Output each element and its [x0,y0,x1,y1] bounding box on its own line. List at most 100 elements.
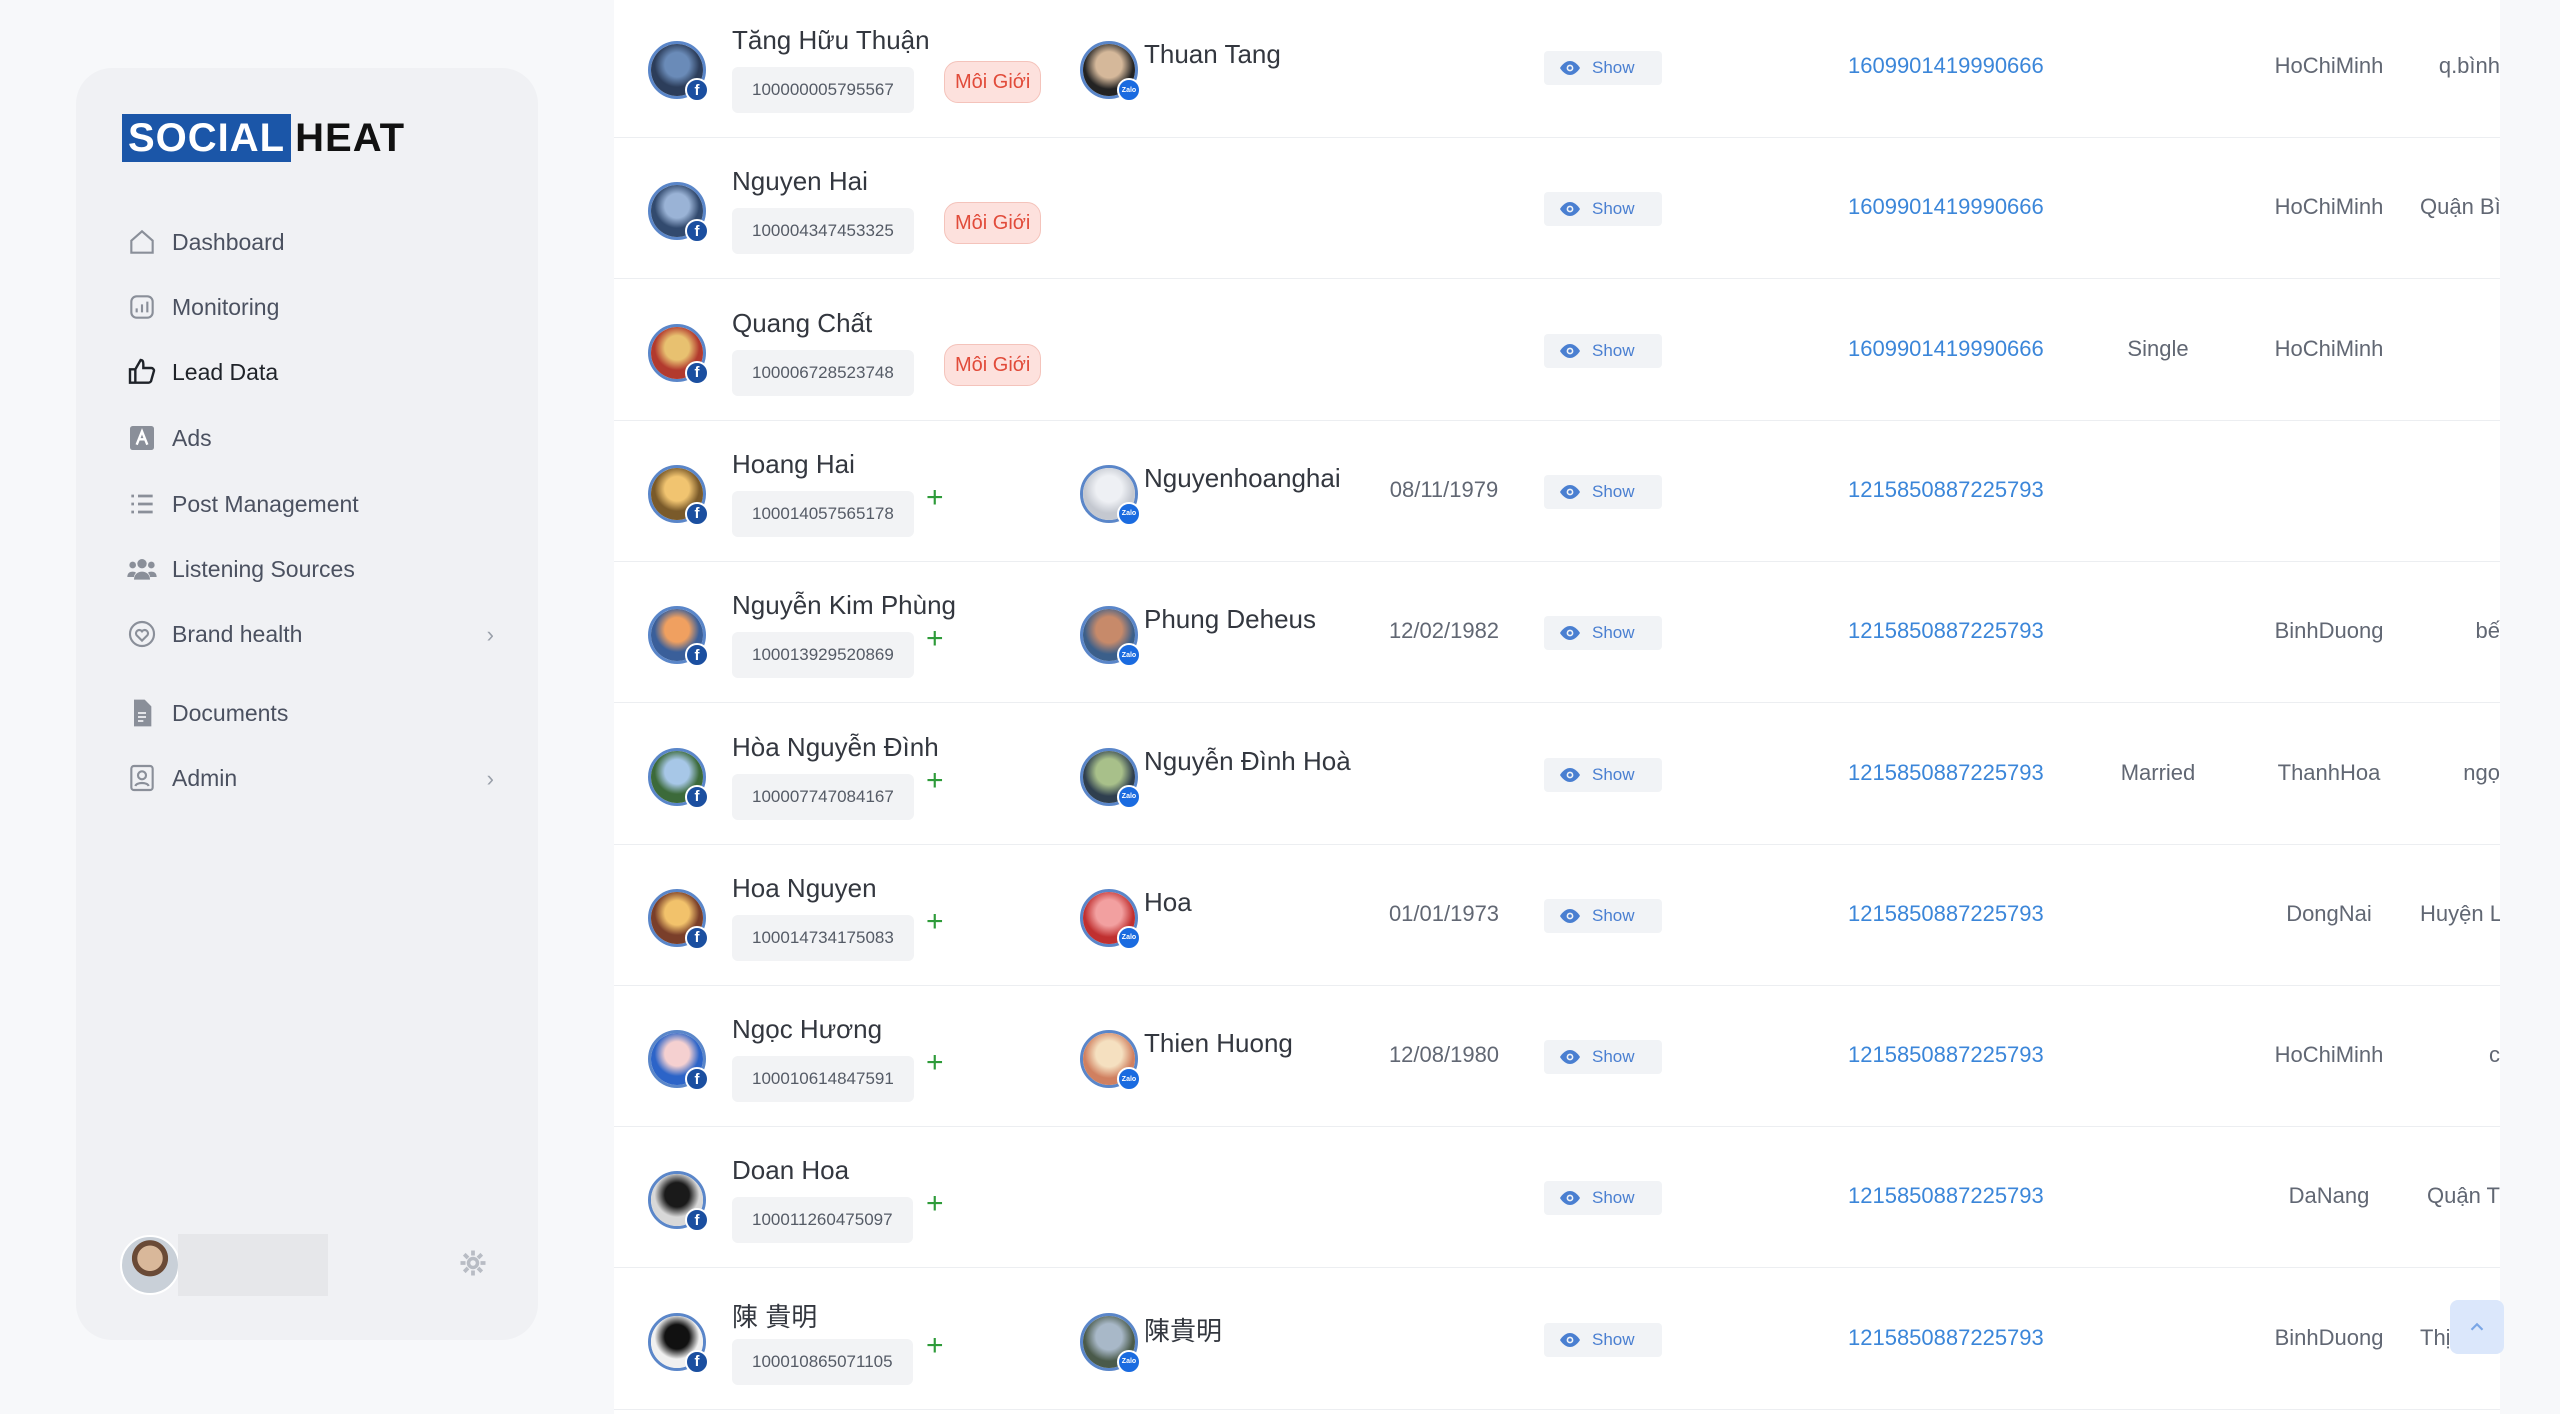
add-tag-button[interactable]: + [926,624,944,654]
show-button[interactable]: Show [1544,1322,1662,1357]
facebook-avatar[interactable]: f [648,1312,709,1374]
phone-link[interactable]: 1215850887225793 [1848,760,2044,786]
add-tag-button[interactable]: + [926,765,944,796]
sidebar-item-label: Post Management [172,490,359,517]
lead-data-table: f Tăng Hữu Thuận 100000005795567 Môi Giới Z… [614,0,2500,1414]
facebook-uid: 100006728523748 [732,349,914,396]
app-logo[interactable]: SOCIAL HEAT [122,114,405,162]
add-tag-button[interactable]: + [926,482,944,513]
heart-icon [124,616,160,652]
lead-name[interactable]: Hoang Hai [732,449,855,480]
lead-name[interactable]: Ngọc Hương [732,1014,882,1045]
sidebar-item-ads[interactable]: Ads [124,414,504,462]
add-tag-button[interactable]: + [926,906,944,937]
city: HoChiMinh [2274,1042,2384,1068]
phone-link[interactable]: 1215850887225793 [1848,1325,2044,1351]
district: bế [2475,618,2500,644]
facebook-avatar[interactable]: f [648,182,709,244]
zalo-avatar[interactable]: Zalo [1080,888,1141,950]
facebook-avatar[interactable]: f [648,1030,709,1092]
facebook-avatar[interactable]: f [648,464,709,526]
facebook-uid: 100010614847591 [732,1056,914,1103]
add-tag-button[interactable]: + [926,1189,944,1219]
lead-name[interactable]: Hòa Nguyễn Đình [732,732,939,763]
zalo-avatar[interactable]: Zalo [1080,464,1141,526]
page-edge [2500,0,2560,1414]
avatar[interactable] [120,1235,180,1295]
lead-name[interactable]: 陳 貴明 [732,1297,817,1334]
sidebar-item-label: Monitoring [172,293,280,320]
back-to-top-button[interactable] [2450,1300,2504,1354]
facebook-avatar[interactable]: f [648,41,709,102]
zalo-icon: Zalo [1117,925,1141,950]
show-button[interactable]: Show [1544,1181,1662,1216]
phone-link[interactable]: 1609901419990666 [1848,194,2044,220]
show-button[interactable]: Show [1544,898,1662,933]
lead-name[interactable]: Nguyễn Kim Phùng [732,590,956,621]
lead-name[interactable]: Hoa Nguyen [732,873,877,904]
zalo-avatar[interactable]: Zalo [1080,747,1141,809]
status-badge: Môi Giới [944,343,1042,386]
show-button[interactable]: Show [1544,333,1662,368]
facebook-avatar[interactable]: f [648,323,709,385]
sidebar-item-lead-data[interactable]: Lead Data [124,348,504,396]
show-button[interactable]: Show [1544,51,1662,85]
zalo-avatar[interactable]: Zalo [1080,1312,1141,1374]
show-button[interactable]: Show [1544,1040,1662,1075]
gear-icon[interactable] [458,1248,488,1278]
lead-name[interactable]: Doan Hoa [732,1155,849,1186]
lead-name[interactable]: Tăng Hữu Thuận [732,25,930,56]
sidebar-item-documents[interactable]: Documents [124,689,504,737]
add-tag-button[interactable]: + [926,1048,944,1078]
phone-link[interactable]: 1215850887225793 [1848,1042,2044,1068]
zalo-avatar[interactable]: Zalo [1080,1030,1141,1092]
facebook-avatar[interactable]: f [648,888,709,950]
sidebar-item-listening-sources[interactable]: Listening Sources [124,545,504,593]
phone-link[interactable]: 1215850887225793 [1848,901,2044,927]
zalo-icon: Zalo [1117,643,1141,668]
sidebar-item-dashboard[interactable]: Dashboard [124,218,504,266]
sidebar-item-post-management[interactable]: Post Management [124,480,504,528]
facebook-icon: f [685,1349,709,1374]
sidebar: SOCIAL HEAT Dashboard Monitoring Lead Da… [76,68,538,1340]
phone-link[interactable]: 1215850887225793 [1848,618,2044,644]
zalo-name: Thuan Tang [1144,39,1281,69]
city: HoChiMinh [2274,53,2384,78]
zalo-avatar[interactable]: Zalo [1080,41,1141,102]
sidebar-item-monitoring[interactable]: Monitoring [124,283,504,331]
show-label: Show [1592,764,1635,784]
logo-heat: HEAT [295,116,406,160]
facebook-icon: f [685,219,709,244]
show-button[interactable]: Show [1544,757,1662,792]
date-of-birth: 08/11/1979 [1389,476,1499,502]
city: DongNai [2286,900,2372,926]
facebook-uid: 100014734175083 [732,914,914,961]
phone-link[interactable]: 1215850887225793 [1848,1183,2044,1209]
zalo-icon: Zalo [1117,1349,1141,1374]
eye-icon [1560,484,1580,499]
show-button[interactable]: Show [1544,616,1662,651]
facebook-uid: 100014057565178 [732,490,914,537]
facebook-icon: f [685,360,709,385]
thumbs-up-icon [124,354,160,390]
show-button[interactable]: Show [1544,474,1662,509]
sidebar-item-admin[interactable]: Admin › [124,754,504,802]
facebook-avatar[interactable]: f [648,1171,709,1233]
facebook-avatar[interactable]: f [648,606,709,668]
phone-link[interactable]: 1215850887225793 [1848,477,2044,503]
zalo-avatar[interactable]: Zalo [1080,606,1141,668]
phone-link[interactable]: 1609901419990666 [1848,53,2044,79]
facebook-avatar[interactable]: f [648,747,709,809]
sidebar-item-brand-health[interactable]: Brand health › [124,610,504,658]
add-tag-button[interactable]: + [926,1330,944,1361]
lead-name[interactable]: Quang Chất [732,308,872,339]
user-name-placeholder [178,1234,328,1296]
phone-link[interactable]: 1609901419990666 [1848,336,2044,362]
chevron-right-icon[interactable]: › [487,622,494,648]
show-button[interactable]: Show [1544,192,1662,227]
show-label: Show [1592,199,1635,219]
chevron-up-icon [2470,1322,2484,1331]
lead-name[interactable]: Nguyen Hai [732,166,868,197]
chevron-right-icon[interactable]: › [487,766,494,792]
user-profile[interactable] [120,1234,328,1296]
